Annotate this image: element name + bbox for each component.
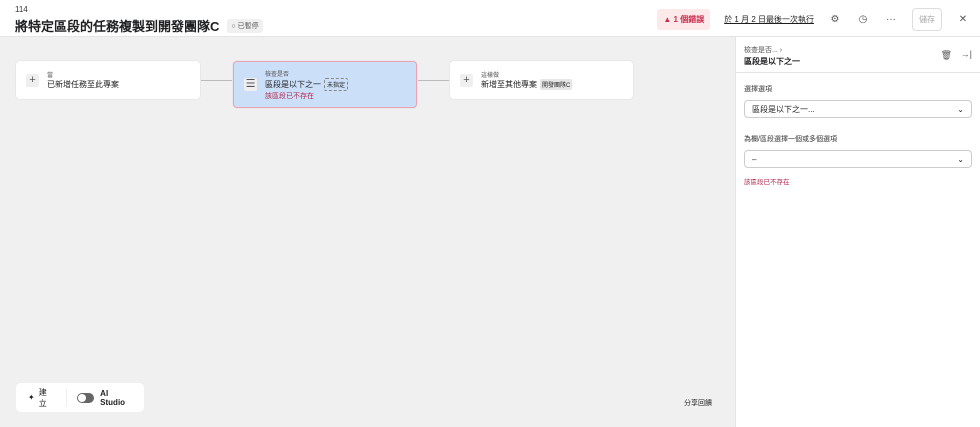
node-caption: 檢查是否 bbox=[265, 71, 290, 78]
node-caption: 這樣做 bbox=[481, 73, 500, 79]
collapse-panel-icon[interactable]: →| bbox=[961, 49, 972, 59]
project-tag: 開發團隊C bbox=[540, 79, 573, 90]
warning-icon: ▲ bbox=[663, 15, 672, 24]
field-error: 該區段已不存在 bbox=[744, 179, 790, 186]
breadcrumb[interactable]: 檢查是否... › bbox=[744, 45, 782, 55]
plus-icon: + bbox=[26, 73, 39, 87]
field-label: 為欄/區段選擇一個或多個選項 bbox=[744, 136, 837, 143]
node-label: 區段是以下之一 bbox=[265, 79, 321, 89]
feedback-link[interactable]: 分享回饋 bbox=[684, 398, 712, 408]
section-select[interactable]: – ⌄ bbox=[744, 150, 972, 168]
plus-icon: + bbox=[460, 73, 473, 87]
action-node[interactable]: + 這樣做 新增至其他專案 開發團隊C bbox=[450, 61, 633, 99]
more-icon[interactable]: ··· bbox=[884, 14, 898, 25]
condition-icon: ☰ bbox=[244, 78, 257, 91]
status-badge: ○ 已暫停 bbox=[227, 18, 263, 33]
rule-id: 114 bbox=[15, 5, 28, 14]
last-run-link[interactable]: 於 1 月 2 日最後一次執行 bbox=[724, 14, 814, 25]
panel-title: 區段是以下之一 bbox=[744, 57, 800, 66]
node-label: 新增至其他專案 bbox=[481, 80, 537, 89]
close-icon[interactable]: ✕ bbox=[956, 14, 970, 25]
clock-icon[interactable]: ◷ bbox=[856, 14, 870, 25]
detail-panel: 檢查是否... › 區段是以下之一 🗑 →| 選擇選項 區段是以下之一... ⌄ … bbox=[735, 37, 980, 427]
chevron-down-icon: ⌄ bbox=[957, 154, 964, 164]
header: 114 將特定區段的任務複製到開發團隊C ○ 已暫停 ▲ 1 個錯誤 於 1 月 … bbox=[0, 0, 980, 37]
save-button[interactable]: 儲存 bbox=[912, 8, 942, 31]
bottom-toolbar: ✦ 建立 AI Studio bbox=[16, 383, 144, 412]
node-caption: 當 bbox=[47, 73, 54, 79]
trigger-node[interactable]: + 當已新增任務至此專案 bbox=[16, 61, 200, 99]
node-error: 該區段已不存在 bbox=[265, 92, 314, 100]
ai-studio-toggle[interactable]: AI Studio bbox=[67, 389, 144, 407]
page-title: 將特定區段的任務複製到開發團隊C bbox=[15, 19, 220, 34]
workflow-canvas: + 當已新增任務至此專案 ☰ 檢查是否 區段是以下之一 未指定該區段已不存在 + 這… bbox=[0, 37, 735, 427]
chevron-down-icon: ⌄ bbox=[957, 104, 964, 114]
option-select[interactable]: 區段是以下之一... ⌄ bbox=[744, 100, 972, 118]
error-button[interactable]: ▲ 1 個錯誤 bbox=[657, 9, 711, 30]
node-label: 已新增任務至此專案 bbox=[47, 80, 119, 89]
sparkle-icon: ✦ bbox=[28, 393, 35, 402]
toggle-switch[interactable] bbox=[76, 392, 95, 403]
condition-node[interactable]: ☰ 檢查是否 區段是以下之一 未指定該區段已不存在 bbox=[233, 61, 417, 108]
field-label: 選擇選項 bbox=[744, 86, 772, 93]
gear-icon[interactable]: ⚙ bbox=[828, 14, 842, 25]
trash-icon[interactable]: 🗑 bbox=[941, 50, 952, 61]
unassigned-tag: 未指定 bbox=[324, 77, 349, 91]
create-button[interactable]: ✦ 建立 bbox=[16, 388, 67, 408]
